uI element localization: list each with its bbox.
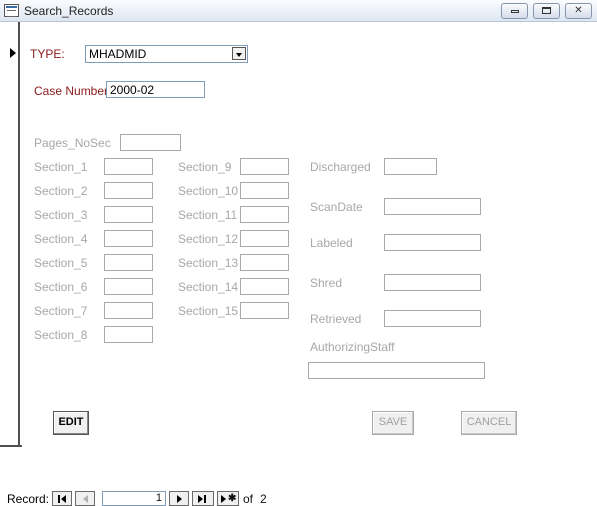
close-button[interactable]: ✕ <box>565 3 592 19</box>
section-5-label: Section_5 <box>34 256 88 270</box>
section-11-label: Section_11 <box>178 208 238 222</box>
record-pointer-icon <box>10 48 16 58</box>
record-of-label: of <box>243 492 254 506</box>
section-10-label: Section_10 <box>178 184 239 198</box>
section-15-label: Section_15 <box>178 304 239 318</box>
labeled-label: Labeled <box>310 236 353 250</box>
cancel-button[interactable]: CANCEL <box>461 411 517 435</box>
first-record-button[interactable] <box>52 491 72 506</box>
maximize-button[interactable] <box>533 3 560 19</box>
new-record-button[interactable]: ✱ <box>217 491 239 506</box>
section-6-field[interactable] <box>104 278 153 295</box>
maximize-icon <box>542 7 551 14</box>
retrieved-field[interactable] <box>384 310 481 327</box>
current-record-field[interactable]: 1 <box>102 491 166 506</box>
section-8-label: Section_8 <box>34 328 88 342</box>
section-13-field[interactable] <box>240 254 289 271</box>
window-title: Search_Records <box>24 4 114 18</box>
section-1-label: Section_1 <box>34 160 88 174</box>
section-8-field[interactable] <box>104 326 153 343</box>
last-record-icon <box>198 495 208 503</box>
record-navigation-bar: Record: 1 ✱ of 2 <box>0 488 597 506</box>
new-record-icon: ✱ <box>221 494 237 504</box>
pages-nosec-label: Pages_NoSec <box>34 136 111 150</box>
shred-field[interactable] <box>384 274 481 291</box>
previous-record-icon <box>83 495 88 503</box>
section-9-label: Section_9 <box>178 160 232 174</box>
title-bar: Search_Records ✕ <box>0 0 597 22</box>
retrieved-label: Retrieved <box>310 312 362 326</box>
section-6-label: Section_6 <box>34 280 88 294</box>
authorizing-staff-label: AuthorizingStaff <box>310 340 395 354</box>
form-icon <box>4 4 19 17</box>
section-12-label: Section_12 <box>178 232 239 246</box>
scandate-field[interactable] <box>384 198 481 215</box>
case-number-field[interactable]: 2000-02 <box>106 81 205 98</box>
type-label: TYPE: <box>30 47 65 61</box>
section-3-label: Section_3 <box>34 208 88 222</box>
authorizing-staff-field[interactable] <box>308 362 485 379</box>
section-7-field[interactable] <box>104 302 153 319</box>
section-13-label: Section_13 <box>178 256 239 270</box>
minimize-icon <box>510 10 519 13</box>
discharged-label: Discharged <box>310 160 371 174</box>
section-14-label: Section_14 <box>178 280 239 294</box>
edit-button[interactable]: EDIT <box>53 411 89 435</box>
case-number-label: Case Number: <box>34 84 112 98</box>
pages-nosec-field[interactable] <box>120 134 181 151</box>
section-5-field[interactable] <box>104 254 153 271</box>
next-record-button[interactable] <box>169 491 189 506</box>
previous-record-button[interactable] <box>75 491 95 506</box>
next-record-icon <box>177 495 182 503</box>
type-combo[interactable]: MHADMID <box>85 45 248 63</box>
save-button[interactable]: SAVE <box>372 411 414 435</box>
last-record-button[interactable] <box>192 491 214 506</box>
section-4-field[interactable] <box>104 230 153 247</box>
minimize-button[interactable] <box>501 3 528 19</box>
record-selector-divider <box>0 445 22 447</box>
section-12-field[interactable] <box>240 230 289 247</box>
record-selector[interactable] <box>0 22 20 446</box>
section-7-label: Section_7 <box>34 304 88 318</box>
section-11-field[interactable] <box>240 206 289 223</box>
discharged-field[interactable] <box>384 158 437 175</box>
type-combo-value: MHADMID <box>89 47 147 61</box>
section-15-field[interactable] <box>240 302 289 319</box>
section-1-field[interactable] <box>104 158 153 175</box>
close-icon: ✕ <box>574 5 583 16</box>
section-2-field[interactable] <box>104 182 153 199</box>
section-2-label: Section_2 <box>34 184 88 198</box>
first-record-icon <box>58 495 68 503</box>
combo-arrow-icon[interactable] <box>232 47 246 60</box>
record-total: 2 <box>260 492 267 506</box>
section-9-field[interactable] <box>240 158 289 175</box>
record-label: Record: <box>7 492 50 506</box>
labeled-field[interactable] <box>384 234 481 251</box>
section-14-field[interactable] <box>240 278 289 295</box>
section-4-label: Section_4 <box>34 232 88 246</box>
scandate-label: ScanDate <box>310 200 363 214</box>
section-10-field[interactable] <box>240 182 289 199</box>
shred-label: Shred <box>310 276 343 290</box>
section-3-field[interactable] <box>104 206 153 223</box>
